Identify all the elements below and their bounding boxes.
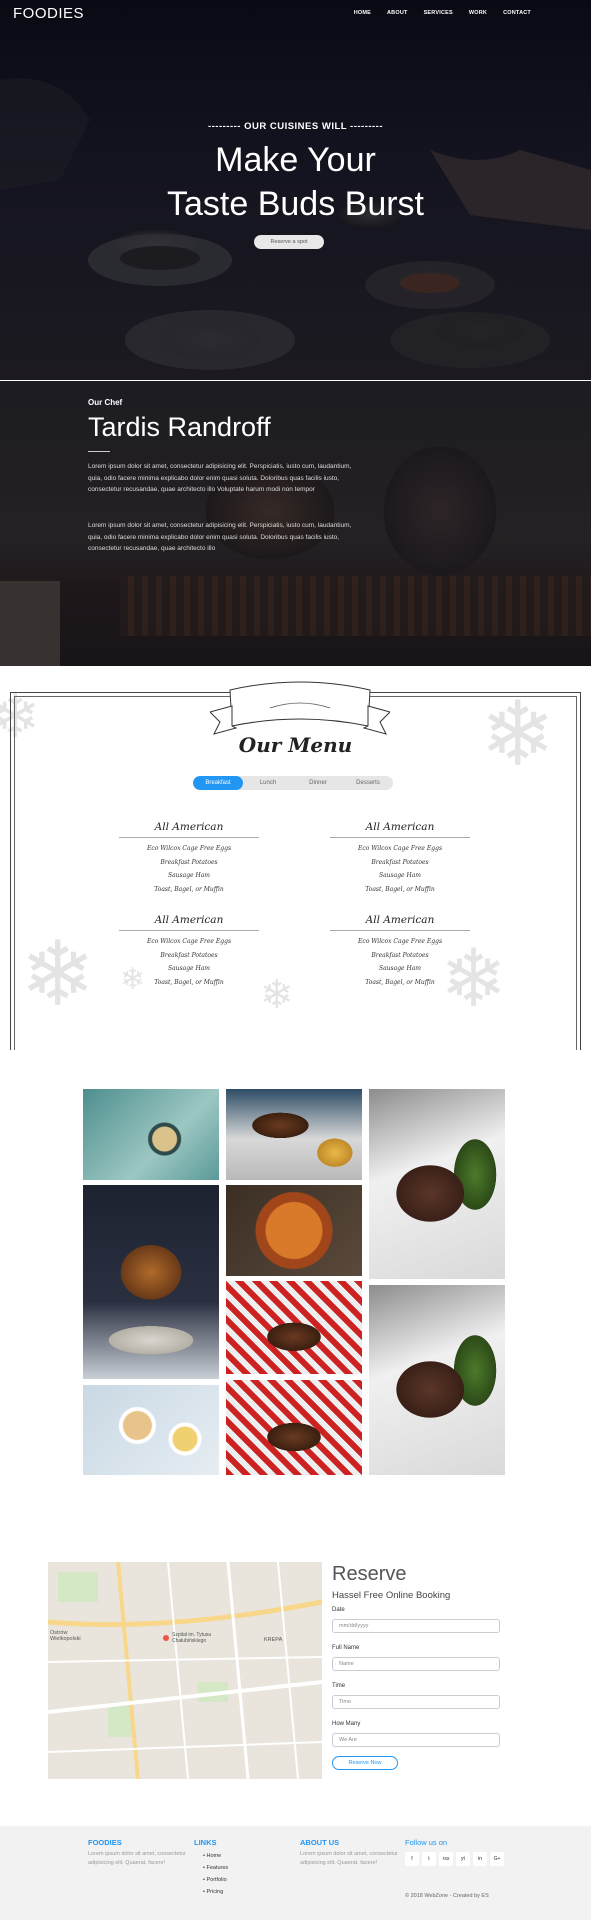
nav-menu: HOME ABOUT SERVICES WORK CONTACT — [354, 10, 531, 16]
gallery-image-burger-fries[interactable] — [226, 1089, 362, 1180]
footer-link-home[interactable]: • Home — [203, 1850, 228, 1862]
google-plus-icon[interactable]: G+ — [490, 1852, 504, 1866]
top-nav: FOODIES HOME ABOUT SERVICES WORK CONTACT — [0, 0, 591, 28]
menu-tabs: Breakfast Lunch Dinner Desserts — [193, 776, 393, 790]
tab-lunch[interactable]: Lunch — [243, 776, 293, 790]
map-label: Szpital im. Tytusa Chałubińskiego — [172, 1632, 212, 1644]
menu-item: Breakfast Potatoes — [160, 951, 218, 959]
nav-item-services[interactable]: SERVICES — [424, 10, 453, 16]
menu-item: Sausage Ham — [167, 872, 210, 879]
menu-divider — [119, 837, 259, 838]
date-field[interactable]: mm/dd/yyyy — [332, 1619, 500, 1633]
hero-tagline: --------- OUR CUISINES WILL --------- — [207, 121, 384, 132]
chef-name: Tardis Randroff — [88, 412, 271, 442]
footer-link-features[interactable]: • Features — [203, 1862, 228, 1874]
menu-title: Our Menu — [238, 733, 353, 757]
map-label: Ostrów Wielkopolski — [50, 1630, 81, 1642]
gallery-image-steak[interactable] — [369, 1285, 505, 1475]
chef-label: Our Chef — [88, 398, 123, 407]
footer-about-text: Lorem ipsum dolor sit amet, consectetur … — [300, 1851, 398, 1866]
hero-section: FOODIES HOME ABOUT SERVICES WORK CONTACT… — [0, 0, 591, 380]
name-label: Full Name — [332, 1645, 360, 1651]
date-label: Date — [332, 1607, 345, 1613]
menu-item: Eco Wilcox Cage Free Eggs — [357, 938, 443, 945]
menu-item: Toast, Bagel, or Muffin — [154, 885, 224, 893]
footer-links-heading: LINKS — [194, 1838, 217, 1847]
menu-divider — [119, 930, 259, 931]
menu-section: ❄ ❄ ❄ ❄ ❄ ❄ Our Menu Breakfast Lunch Din… — [0, 672, 591, 1050]
copyright: © 2018 WebZone - Created by ES — [405, 1893, 489, 1899]
chef-paragraph-1: Lorem ipsum dolor sit amet, consectetur … — [88, 463, 352, 493]
gallery-image-pancakes[interactable] — [226, 1380, 362, 1475]
location-map[interactable]: Ostrów Wielkopolski Szpital im. Tytusa C… — [48, 1562, 322, 1779]
hero-title-line2: Taste Buds Burst — [166, 185, 424, 223]
menu-item: Sausage Ham — [378, 965, 421, 972]
footer-brand: FOODIES — [88, 1838, 122, 1847]
gallery-image-steak[interactable] — [369, 1089, 505, 1279]
time-field[interactable]: Time — [332, 1695, 500, 1709]
gallery-image-pancakes[interactable] — [226, 1281, 362, 1374]
footer-link-portfolio[interactable]: • Portfolio — [203, 1874, 228, 1886]
tab-dinner[interactable]: Dinner — [293, 776, 343, 790]
facebook-icon[interactable]: f — [405, 1852, 419, 1866]
gallery-image-food-bowl[interactable] — [83, 1089, 219, 1180]
menu-item: Sausage Ham — [167, 965, 210, 972]
map-label: KREPA — [264, 1637, 283, 1643]
ribbon-banner-icon — [210, 681, 390, 735]
menu-item: Eco Wilcox Cage Free Eggs — [357, 845, 443, 852]
gallery-image-pizza[interactable] — [226, 1185, 362, 1276]
gallery-image-burger[interactable] — [83, 1185, 219, 1379]
menu-column: All American Eco Wilcox Cage Free Eggs B… — [330, 821, 470, 896]
menu-column-heading: All American — [365, 821, 435, 833]
footer-links: • Home • Features • Portfolio • Pricing — [203, 1850, 228, 1898]
menu-item: Breakfast Potatoes — [371, 858, 429, 866]
menu-item: Sausage Ham — [378, 872, 421, 879]
reserve-subtitle: Hassel Free Online Booking — [332, 1590, 451, 1601]
menu-item: Eco Wilcox Cage Free Eggs — [146, 845, 232, 852]
youtube-icon[interactable]: yt — [456, 1852, 470, 1866]
chef-divider — [88, 451, 110, 452]
menu-divider — [330, 930, 470, 931]
time-label: Time — [332, 1683, 346, 1689]
menu-item: Toast, Bagel, or Muffin — [365, 885, 435, 893]
nav-item-about[interactable]: ABOUT — [387, 10, 408, 16]
rss-icon[interactable]: rss — [439, 1852, 453, 1866]
map-roads — [48, 1562, 322, 1779]
how-many-label: How Many — [332, 1721, 361, 1727]
menu-item: Toast, Bagel, or Muffin — [154, 978, 224, 986]
menu-item: Breakfast Potatoes — [160, 858, 218, 866]
linkedin-icon[interactable]: in — [473, 1852, 487, 1866]
chef-paragraph-2: Lorem ipsum dolor sit amet, consectetur … — [88, 522, 352, 552]
tab-desserts[interactable]: Desserts — [343, 776, 393, 790]
menu-item: Breakfast Potatoes — [371, 951, 429, 959]
menu-column-heading: All American — [154, 914, 224, 926]
name-field[interactable]: Name — [332, 1657, 500, 1671]
nav-item-contact[interactable]: CONTACT — [503, 10, 531, 16]
reserve-spot-button[interactable]: Reserve a spot — [254, 235, 324, 249]
menu-column-heading: All American — [154, 821, 224, 833]
footer-brand-text: Lorem ipsum dolor sit amet, consectetur … — [88, 1851, 186, 1866]
gallery-image-breakfast-bowls[interactable] — [83, 1385, 219, 1475]
site-logo[interactable]: FOODIES — [13, 5, 84, 22]
menu-column: All American Eco Wilcox Cage Free Eggs B… — [119, 914, 259, 989]
nav-item-work[interactable]: WORK — [469, 10, 487, 16]
nav-item-home[interactable]: HOME — [354, 10, 371, 16]
menu-column: All American Eco Wilcox Cage Free Eggs B… — [330, 914, 470, 989]
reserve-title: Reserve — [332, 1563, 407, 1585]
how-many-field[interactable]: We Are — [332, 1733, 500, 1747]
footer-link-pricing[interactable]: • Pricing — [203, 1886, 228, 1898]
tab-breakfast[interactable]: Breakfast — [193, 776, 243, 790]
menu-item: Toast, Bagel, or Muffin — [365, 978, 435, 986]
hero-title-line1: Make Your — [215, 141, 376, 179]
menu-divider — [330, 837, 470, 838]
menu-item: Eco Wilcox Cage Free Eggs — [146, 938, 232, 945]
follow-us-heading: Follow us on — [405, 1838, 448, 1847]
reserve-now-button[interactable]: Reserve Now — [332, 1756, 398, 1770]
map-pin-icon — [163, 1635, 169, 1641]
menu-column: All American Eco Wilcox Cage Free Eggs B… — [119, 821, 259, 896]
twitter-icon[interactable]: t — [422, 1852, 436, 1866]
footer-about-heading: ABOUT US — [300, 1838, 340, 1847]
menu-column-heading: All American — [365, 914, 435, 926]
